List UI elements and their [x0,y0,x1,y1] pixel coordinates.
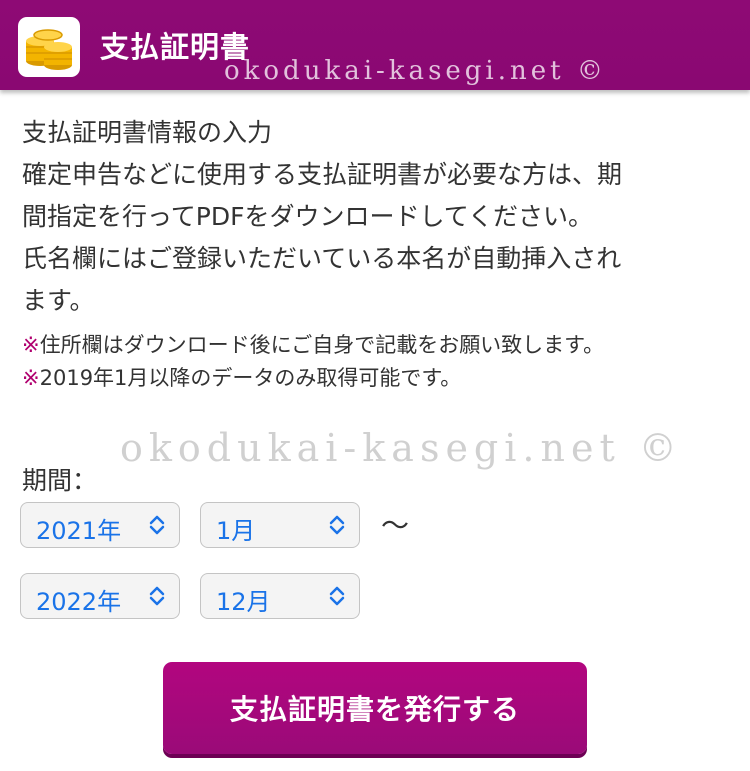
period-label: 期間： [22,466,98,495]
info-heading: 支払証明書情報の入力 [22,118,273,147]
info-line: ます。 [22,286,95,315]
gold-coins-icon [18,17,80,77]
watermark-body: okodukai-kasegi.net © [120,426,683,470]
note-text: 住所欄はダウンロード後にご自身で記載をお願い致します。 [39,333,605,357]
from-year-value: 2021年 [36,517,122,545]
note-data-range: ※2019年1月以降のデータのみ取得可能です。 [22,362,734,395]
to-year-value: 2022年 [36,588,122,616]
info-line: 氏名欄にはご登録いただいている本名が自動挿入され [22,244,622,273]
from-month-value: 1月 [216,517,256,545]
chevron-updown-icon [149,515,165,535]
info-text: 支払証明書情報の入力 確定申告などに使用する支払証明書が必要な方は、期 間指定を… [22,112,734,322]
note-mark: ※ [22,366,40,390]
from-year-select[interactable]: 2021年 [20,502,180,548]
info-line: 確定申告などに使用する支払証明書が必要な方は、期 [22,160,623,189]
to-month-value: 12月 [216,588,271,616]
note-mark: ※ [22,333,40,357]
page-title: 支払証明書 [100,30,251,64]
chevron-updown-icon [149,586,165,606]
watermark-header: okodukai-kasegi.net © [224,56,607,86]
chevron-updown-icon [329,586,345,606]
from-month-select[interactable]: 1月 [200,502,360,548]
notes: ※住所欄はダウンロード後にご自身で記載をお願い致します。 ※2019年1月以降の… [22,329,734,395]
note-text: 2019年1月以降のデータのみ取得可能です。 [39,366,462,390]
info-line: 間指定を行ってPDFをダウンロードしてください。 [22,202,593,231]
chevron-updown-icon [329,515,345,535]
note-address: ※住所欄はダウンロード後にご自身で記載をお願い致します。 [22,329,734,362]
period-separator: 〜 [381,509,410,542]
issue-certificate-button[interactable]: 支払証明書を発行する [163,662,587,754]
to-year-select[interactable]: 2022年 [20,573,180,619]
to-month-select[interactable]: 12月 [200,573,360,619]
app-header: 支払証明書 okodukai-kasegi.net © [0,0,750,90]
